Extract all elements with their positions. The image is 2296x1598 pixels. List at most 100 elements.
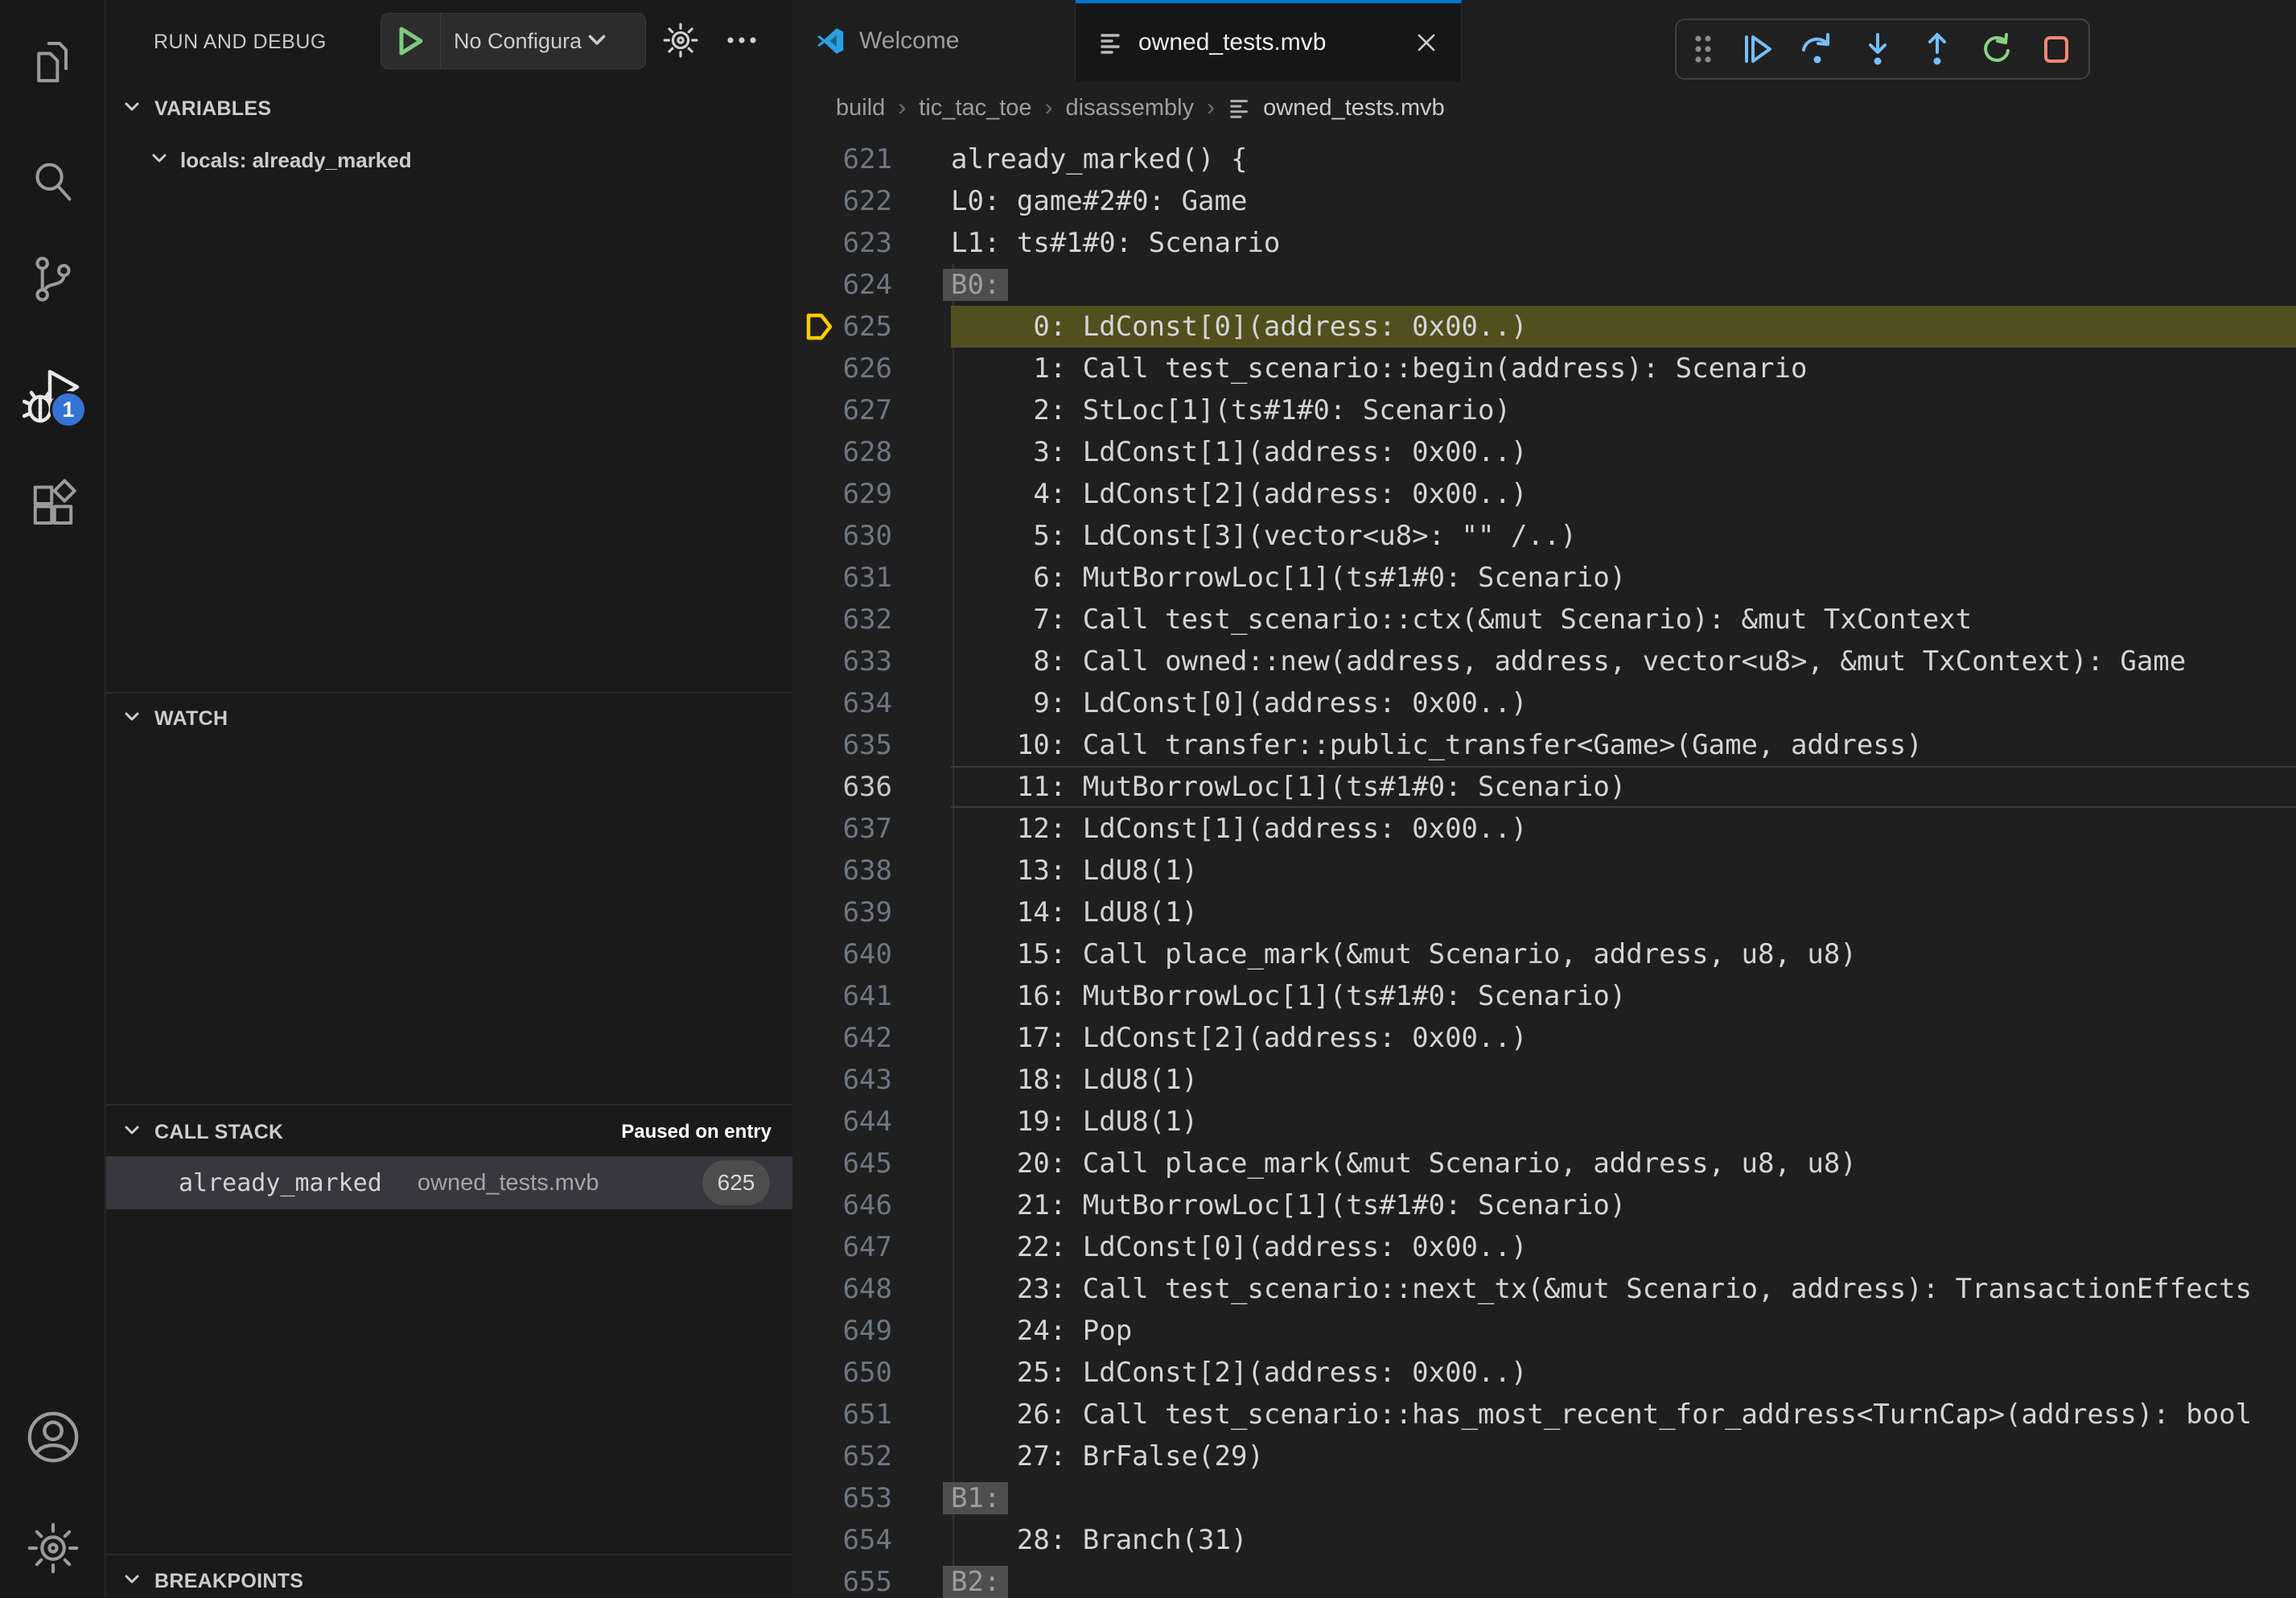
gutter[interactable]: 630 bbox=[793, 515, 911, 557]
breadcrumb-item[interactable]: disassembly bbox=[1066, 95, 1195, 121]
code-line[interactable]: 640 15: Call place_mark(&mut Scenario, a… bbox=[793, 933, 2296, 975]
code-line[interactable]: 651 26: Call test_scenario::has_most_rec… bbox=[793, 1394, 2296, 1435]
gutter[interactable]: 635 bbox=[793, 724, 911, 766]
step-over-icon[interactable] bbox=[1799, 31, 1836, 68]
gutter[interactable]: 634 bbox=[793, 682, 911, 724]
gutter[interactable]: 639 bbox=[793, 892, 911, 933]
gutter[interactable]: 632 bbox=[793, 599, 911, 640]
explorer-icon[interactable] bbox=[0, 14, 105, 111]
gutter[interactable]: 651 bbox=[793, 1394, 911, 1435]
gutter[interactable]: 645 bbox=[793, 1143, 911, 1184]
code-line[interactable]: 637 12: LdConst[1](address: 0x00..) bbox=[793, 808, 2296, 850]
code-line[interactable]: 633 8: Call owned::new(address, address,… bbox=[793, 640, 2296, 682]
code-line[interactable]: 636 11: MutBorrowLoc[1](ts#1#0: Scenario… bbox=[793, 766, 2296, 808]
settings-gear-icon[interactable] bbox=[0, 1500, 105, 1596]
close-icon[interactable] bbox=[1409, 26, 1443, 60]
gutter[interactable]: 649 bbox=[793, 1310, 911, 1352]
code-line[interactable]: 622L0: game#2#0: Game bbox=[793, 180, 2296, 222]
code-line[interactable]: 632 7: Call test_scenario::ctx(&mut Scen… bbox=[793, 599, 2296, 640]
gutter[interactable]: 648 bbox=[793, 1268, 911, 1310]
gutter[interactable]: 650 bbox=[793, 1352, 911, 1394]
gutter[interactable]: 625 bbox=[793, 306, 911, 348]
code-line[interactable]: 625 0: LdConst[0](address: 0x00..) bbox=[793, 306, 2296, 348]
gutter[interactable]: 637 bbox=[793, 808, 911, 850]
gutter[interactable]: 628 bbox=[793, 431, 911, 473]
views-more-actions-icon[interactable] bbox=[719, 18, 764, 63]
code-line[interactable]: 631 6: MutBorrowLoc[1](ts#1#0: Scenario) bbox=[793, 557, 2296, 599]
code-line[interactable]: 655B2: bbox=[793, 1561, 2296, 1598]
code-line[interactable]: 634 9: LdConst[0](address: 0x00..) bbox=[793, 682, 2296, 724]
run-and-debug-icon[interactable] bbox=[0, 348, 105, 444]
gutter[interactable]: 652 bbox=[793, 1435, 911, 1477]
gutter[interactable]: 629 bbox=[793, 473, 911, 515]
code-line[interactable]: 648 23: Call test_scenario::next_tx(&mut… bbox=[793, 1268, 2296, 1310]
code-line[interactable]: 627 2: StLoc[1](ts#1#0: Scenario) bbox=[793, 389, 2296, 431]
gutter[interactable]: 622 bbox=[793, 180, 911, 222]
gutter[interactable]: 624 bbox=[793, 264, 911, 306]
breadcrumb-item[interactable]: build bbox=[836, 95, 885, 121]
code-line[interactable]: 628 3: LdConst[1](address: 0x00..) bbox=[793, 431, 2296, 473]
code-line[interactable]: 654 28: Branch(31) bbox=[793, 1519, 2296, 1561]
code-line[interactable]: 650 25: LdConst[2](address: 0x00..) bbox=[793, 1352, 2296, 1394]
code-line[interactable]: 643 18: LdU8(1) bbox=[793, 1059, 2296, 1101]
start-debug-play-icon[interactable] bbox=[381, 14, 441, 68]
gutter[interactable]: 654 bbox=[793, 1519, 911, 1561]
chevron-down-icon[interactable] bbox=[583, 26, 611, 57]
start-debug-button[interactable]: No Configura bbox=[381, 13, 646, 69]
gutter[interactable]: 647 bbox=[793, 1226, 911, 1268]
section-watch[interactable]: WATCH bbox=[106, 697, 792, 740]
breadcrumb-item[interactable]: tic_tac_toe bbox=[919, 95, 1031, 121]
section-call-stack[interactable]: CALL STACK Paused on entry bbox=[106, 1110, 792, 1154]
code-line[interactable]: 626 1: Call test_scenario::begin(address… bbox=[793, 348, 2296, 389]
restart-icon[interactable] bbox=[1979, 31, 2014, 68]
debug-config-dropdown[interactable]: No Configura bbox=[454, 29, 582, 54]
breadcrumb-item[interactable]: owned_tests.mvb bbox=[1263, 95, 1445, 121]
code-line[interactable]: 638 13: LdU8(1) bbox=[793, 850, 2296, 892]
step-into-icon[interactable] bbox=[1860, 31, 1895, 68]
gutter[interactable]: 655 bbox=[793, 1561, 911, 1598]
code-line[interactable]: 629 4: LdConst[2](address: 0x00..) bbox=[793, 473, 2296, 515]
section-breakpoints[interactable]: BREAKPOINTS bbox=[106, 1559, 792, 1598]
gutter[interactable]: 653 bbox=[793, 1477, 911, 1519]
source-control-icon[interactable] bbox=[0, 230, 105, 327]
gutter[interactable]: 642 bbox=[793, 1017, 911, 1059]
step-out-icon[interactable] bbox=[1920, 31, 1955, 68]
toolbar-drag-handle-icon[interactable] bbox=[1691, 31, 1715, 68]
gutter[interactable]: 640 bbox=[793, 933, 911, 975]
code-line[interactable]: 623L1: ts#1#0: Scenario bbox=[793, 222, 2296, 264]
code-line[interactable]: 645 20: Call place_mark(&mut Scenario, a… bbox=[793, 1143, 2296, 1184]
gutter[interactable]: 631 bbox=[793, 557, 911, 599]
account-icon[interactable] bbox=[0, 1389, 105, 1485]
code-line[interactable]: 635 10: Call transfer::public_transfer<G… bbox=[793, 724, 2296, 766]
code-line[interactable]: 624B0: bbox=[793, 264, 2296, 306]
extensions-icon[interactable] bbox=[0, 455, 105, 552]
debug-settings-gear-icon[interactable] bbox=[658, 18, 703, 63]
gutter[interactable]: 644 bbox=[793, 1101, 911, 1143]
gutter[interactable]: 636 bbox=[793, 766, 911, 808]
gutter[interactable]: 627 bbox=[793, 389, 911, 431]
stop-icon[interactable] bbox=[2039, 31, 2074, 68]
continue-icon[interactable] bbox=[1739, 31, 1775, 68]
gutter[interactable]: 646 bbox=[793, 1184, 911, 1226]
variables-scope-locals[interactable]: locals: already_marked bbox=[106, 138, 792, 182]
gutter[interactable]: 643 bbox=[793, 1059, 911, 1101]
tab-owned-tests[interactable]: owned_tests.mvb bbox=[1076, 0, 1462, 82]
code-line[interactable]: 649 24: Pop bbox=[793, 1310, 2296, 1352]
code-line[interactable]: 642 17: LdConst[2](address: 0x00..) bbox=[793, 1017, 2296, 1059]
code-line[interactable]: 646 21: MutBorrowLoc[1](ts#1#0: Scenario… bbox=[793, 1184, 2296, 1226]
gutter[interactable]: 621 bbox=[793, 138, 911, 180]
call-stack-frame[interactable]: already_marked owned_tests.mvb 625 bbox=[106, 1156, 792, 1209]
code-line[interactable]: 630 5: LdConst[3](vector<u8>: "" /..) bbox=[793, 515, 2296, 557]
code-line[interactable]: 653B1: bbox=[793, 1477, 2296, 1519]
code-line[interactable]: 647 22: LdConst[0](address: 0x00..) bbox=[793, 1226, 2296, 1268]
gutter[interactable]: 626 bbox=[793, 348, 911, 389]
tab-welcome[interactable]: Welcome bbox=[793, 0, 1076, 82]
code-line[interactable]: 641 16: MutBorrowLoc[1](ts#1#0: Scenario… bbox=[793, 975, 2296, 1017]
code-line[interactable]: 644 19: LdU8(1) bbox=[793, 1101, 2296, 1143]
search-icon[interactable] bbox=[0, 134, 105, 230]
gutter[interactable]: 641 bbox=[793, 975, 911, 1017]
gutter[interactable]: 623 bbox=[793, 222, 911, 264]
code-line[interactable]: 639 14: LdU8(1) bbox=[793, 892, 2296, 933]
gutter[interactable]: 638 bbox=[793, 850, 911, 892]
gutter[interactable]: 633 bbox=[793, 640, 911, 682]
